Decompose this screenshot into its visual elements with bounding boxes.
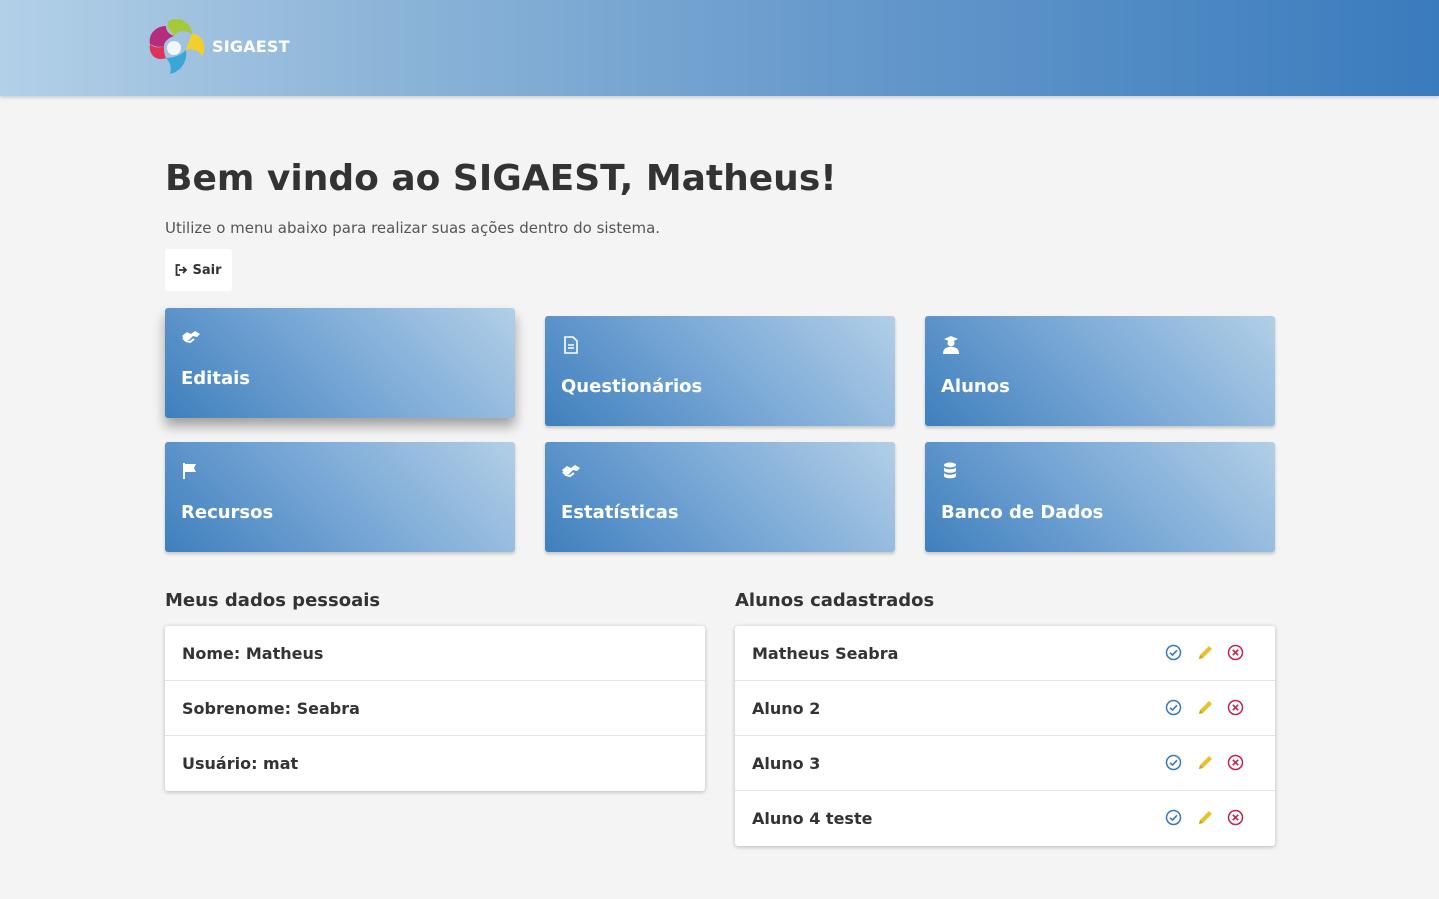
check-circle-icon[interactable] [1164,698,1183,717]
students-title: Alunos cadastrados [735,590,935,611]
remove-circle-icon[interactable] [1226,643,1245,662]
pencil-icon[interactable] [1195,698,1214,717]
student-row: Aluno 2 [735,681,1275,736]
remove-circle-icon[interactable] [1226,698,1245,717]
check-circle-icon[interactable] [1164,643,1183,662]
personal-username: Usuário: mat [182,754,299,773]
students-list: Matheus Seabra Aluno 2 Aluno 3 Aluno 4 t… [735,626,1275,846]
page-title: Bem vindo ao SIGAEST, Matheus! [165,158,837,199]
document-icon [564,336,578,354]
student-name: Aluno 4 teste [752,809,873,828]
handshake-icon [562,465,580,478]
check-circle-icon[interactable] [1164,753,1183,772]
tile-alunos[interactable]: Alunos [925,316,1275,426]
tile-label: Estatísticas [561,502,679,523]
handshake-icon [182,331,200,344]
personal-name: Nome: Matheus [182,643,324,663]
tile-recursos[interactable]: Recursos [165,442,515,552]
sign-out-icon [176,264,188,276]
app-name: SIGAEST [212,36,290,56]
remove-circle-icon[interactable] [1226,808,1245,827]
personal-surname: Sobrenome: Seabra [182,698,360,718]
app-logo[interactable]: SIGAEST [148,16,290,80]
tile-label: Recursos [181,502,274,523]
student-row: Aluno 4 teste [735,791,1275,846]
top-header: SIGAEST [0,0,1439,96]
check-circle-icon[interactable] [1164,808,1183,827]
flag-icon [183,463,196,479]
pencil-icon[interactable] [1195,753,1214,772]
logout-button[interactable]: Sair [165,249,232,291]
tile-editais[interactable]: Editais [165,308,515,418]
list-item: Nome: Matheus [165,626,705,681]
pencil-icon[interactable] [1195,643,1214,662]
list-item: Usuário: mat [165,736,705,791]
personal-data-list: Nome: Matheus Sobrenome: Seabra Usuário:… [165,626,705,791]
student-row: Aluno 3 [735,736,1275,791]
tile-questionarios[interactable]: Questionários [545,316,895,426]
pencil-icon[interactable] [1195,808,1214,827]
student-name: Matheus Seabra [752,643,899,663]
database-icon [944,462,956,479]
student-row: Matheus Seabra [735,626,1275,681]
student-name: Aluno 2 [752,698,821,718]
list-item: Sobrenome: Seabra [165,681,705,736]
student-name: Aluno 3 [752,753,821,773]
tile-label: Banco de Dados [941,502,1104,523]
logo-icon [148,16,208,80]
graduate-icon [943,336,959,354]
tile-label: Questionários [561,376,703,397]
tile-label: Alunos [941,376,1010,397]
tile-label: Editais [181,368,250,389]
tile-banco-de-dados[interactable]: Banco de Dados [925,442,1275,552]
logout-label: Sair [192,262,222,278]
personal-data-title: Meus dados pessoais [165,590,381,611]
page-subtitle: Utilize o menu abaixo para realizar suas… [165,219,661,237]
remove-circle-icon[interactable] [1226,753,1245,772]
tile-estatisticas[interactable]: Estatísticas [545,442,895,552]
